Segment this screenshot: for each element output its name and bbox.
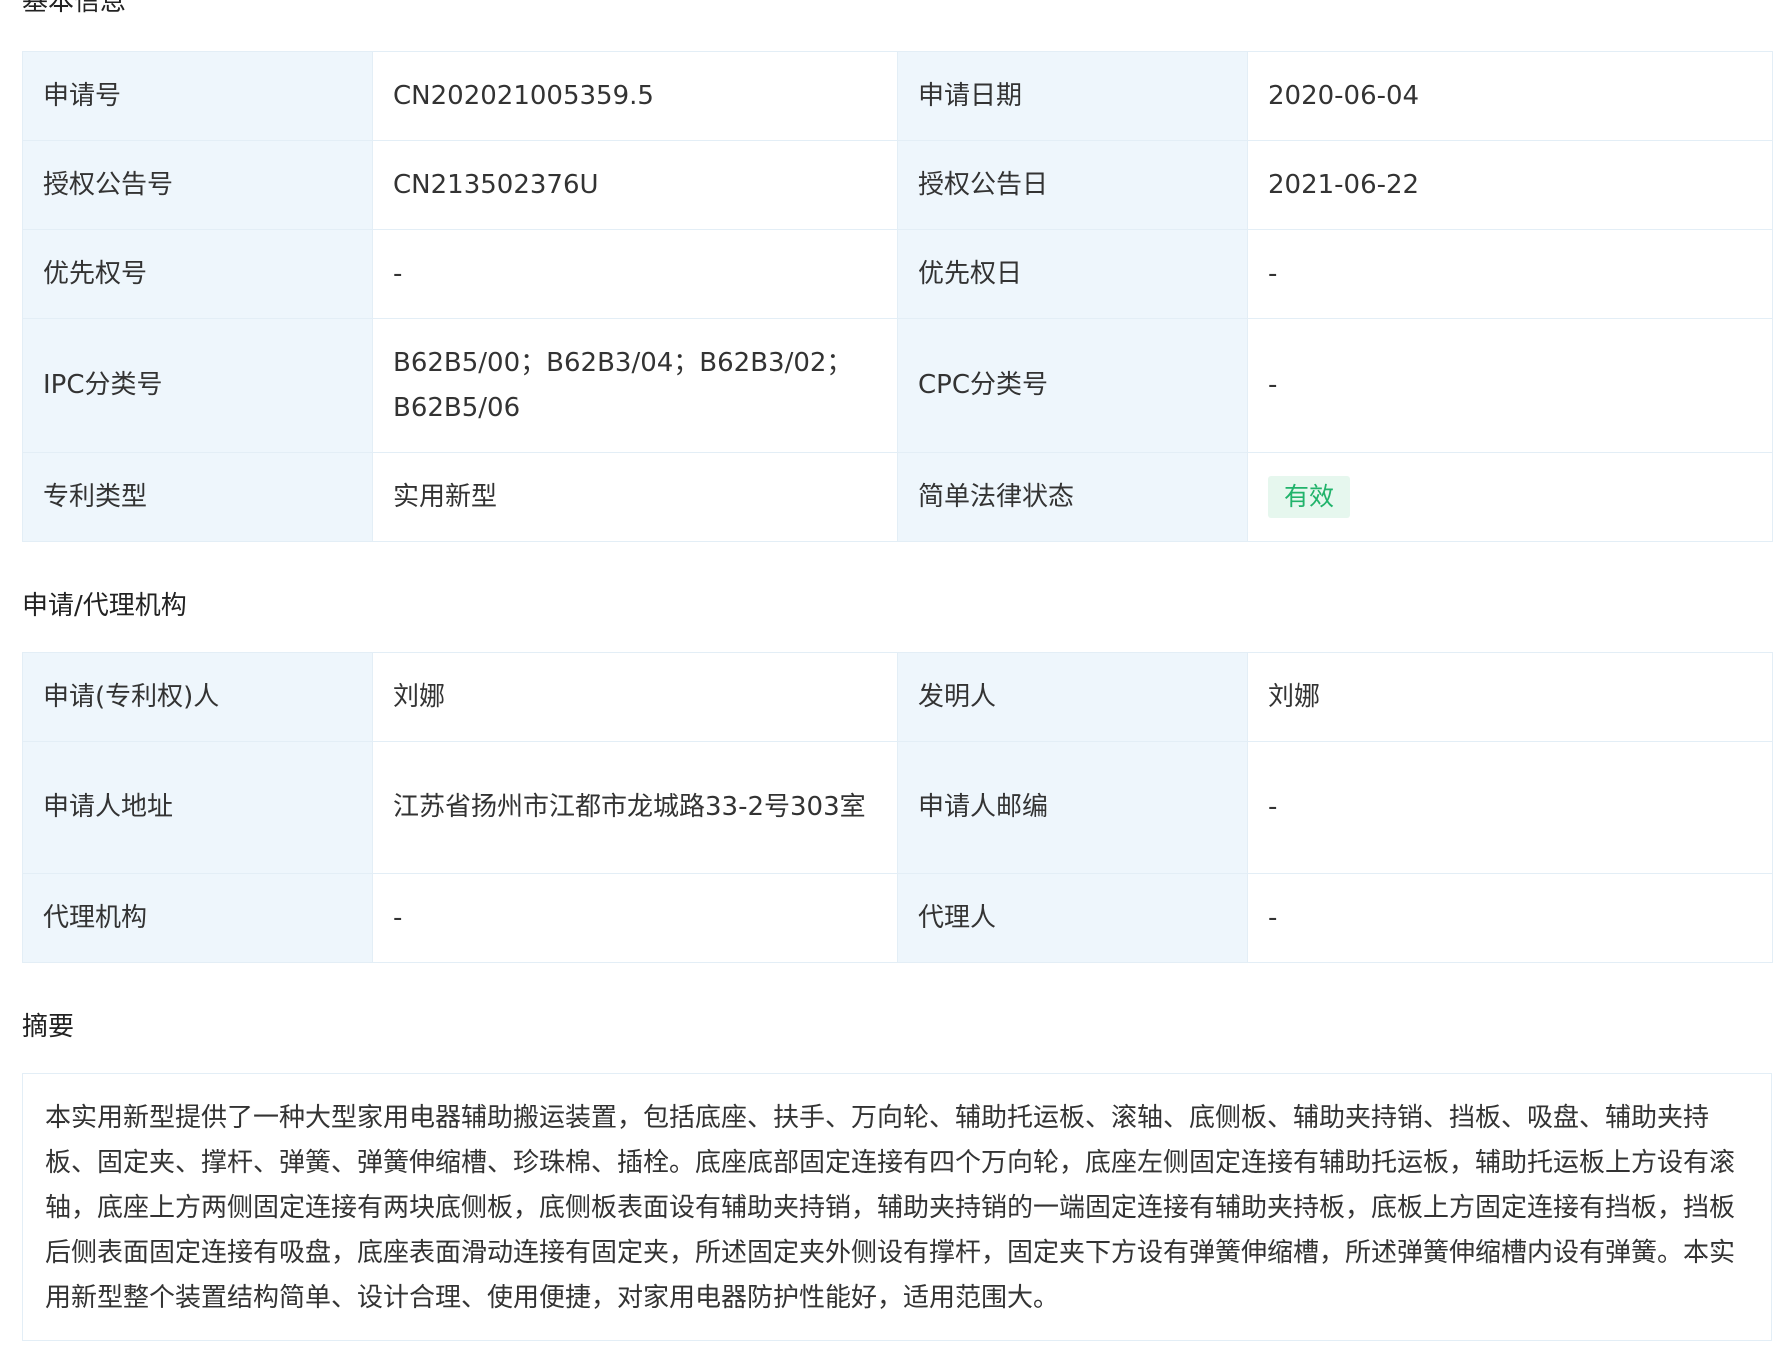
table-row: 专利类型 实用新型 简单法律状态 有效	[22, 452, 1773, 542]
applicant-label: 申请(专利权)人	[22, 652, 373, 742]
patent-type-value: 实用新型	[372, 452, 898, 542]
agency-value: -	[372, 873, 898, 963]
patent-type-label: 专利类型	[22, 452, 373, 542]
agency-title: 申请/代理机构	[22, 591, 187, 621]
grant-date-value: 2021-06-22	[1247, 140, 1773, 230]
application-number-label: 申请号	[22, 51, 373, 141]
table-row: 申请(专利权)人 刘娜 发明人 刘娜	[22, 652, 1773, 742]
abstract-title: 摘要	[22, 1012, 75, 1042]
grant-number-label: 授权公告号	[22, 140, 373, 230]
priority-date-value: -	[1247, 229, 1773, 319]
postcode-value: -	[1247, 741, 1773, 874]
applicant-address-label: 申请人地址	[22, 741, 373, 874]
cpc-label: CPC分类号	[897, 318, 1248, 453]
grant-date-label: 授权公告日	[897, 140, 1248, 230]
table-row: 代理机构 - 代理人 -	[22, 873, 1773, 963]
agency-table: 申请(专利权)人 刘娜 发明人 刘娜 申请人地址 江苏省扬州市江都市龙城路33-…	[22, 652, 1773, 963]
application-date-label: 申请日期	[897, 51, 1248, 141]
ipc-label: IPC分类号	[22, 318, 373, 453]
table-row: 授权公告号 CN213502376U 授权公告日 2021-06-22	[22, 140, 1773, 230]
priority-number-label: 优先权号	[22, 229, 373, 319]
postcode-label: 申请人邮编	[897, 741, 1248, 874]
agency-label: 代理机构	[22, 873, 373, 963]
legal-status-cell: 有效	[1247, 452, 1773, 542]
basic-info-table: 申请号 CN202021005359.5 申请日期 2020-06-04 授权公…	[22, 51, 1773, 542]
applicant-value: 刘娜	[372, 652, 898, 742]
priority-date-label: 优先权日	[897, 229, 1248, 319]
agent-value: -	[1247, 873, 1773, 963]
grant-number-value: CN213502376U	[372, 140, 898, 230]
cpc-value: -	[1247, 318, 1773, 453]
status-badge: 有效	[1268, 475, 1351, 518]
agent-label: 代理人	[897, 873, 1248, 963]
application-number-value: CN202021005359.5	[372, 51, 898, 141]
legal-status-label: 简单法律状态	[897, 452, 1248, 542]
table-row: IPC分类号 B62B5/00；B62B3/04；B62B3/02；B62B5/…	[22, 318, 1773, 453]
ipc-value: B62B5/00；B62B3/04；B62B3/02；B62B5/06	[372, 318, 898, 453]
inventor-label: 发明人	[897, 652, 1248, 742]
table-row: 优先权号 - 优先权日 -	[22, 229, 1773, 319]
table-row: 申请人地址 江苏省扬州市江都市龙城路33-2号303室 申请人邮编 -	[22, 741, 1773, 874]
inventor-value: 刘娜	[1247, 652, 1773, 742]
priority-number-value: -	[372, 229, 898, 319]
abstract-text: 本实用新型提供了一种大型家用电器辅助搬运装置，包括底座、扶手、万向轮、辅助托运板…	[22, 1073, 1772, 1341]
applicant-address-value: 江苏省扬州市江都市龙城路33-2号303室	[372, 741, 898, 874]
table-row: 申请号 CN202021005359.5 申请日期 2020-06-04	[22, 51, 1773, 141]
basic-info-title: 基本信息	[22, 0, 127, 17]
application-date-value: 2020-06-04	[1247, 51, 1773, 141]
